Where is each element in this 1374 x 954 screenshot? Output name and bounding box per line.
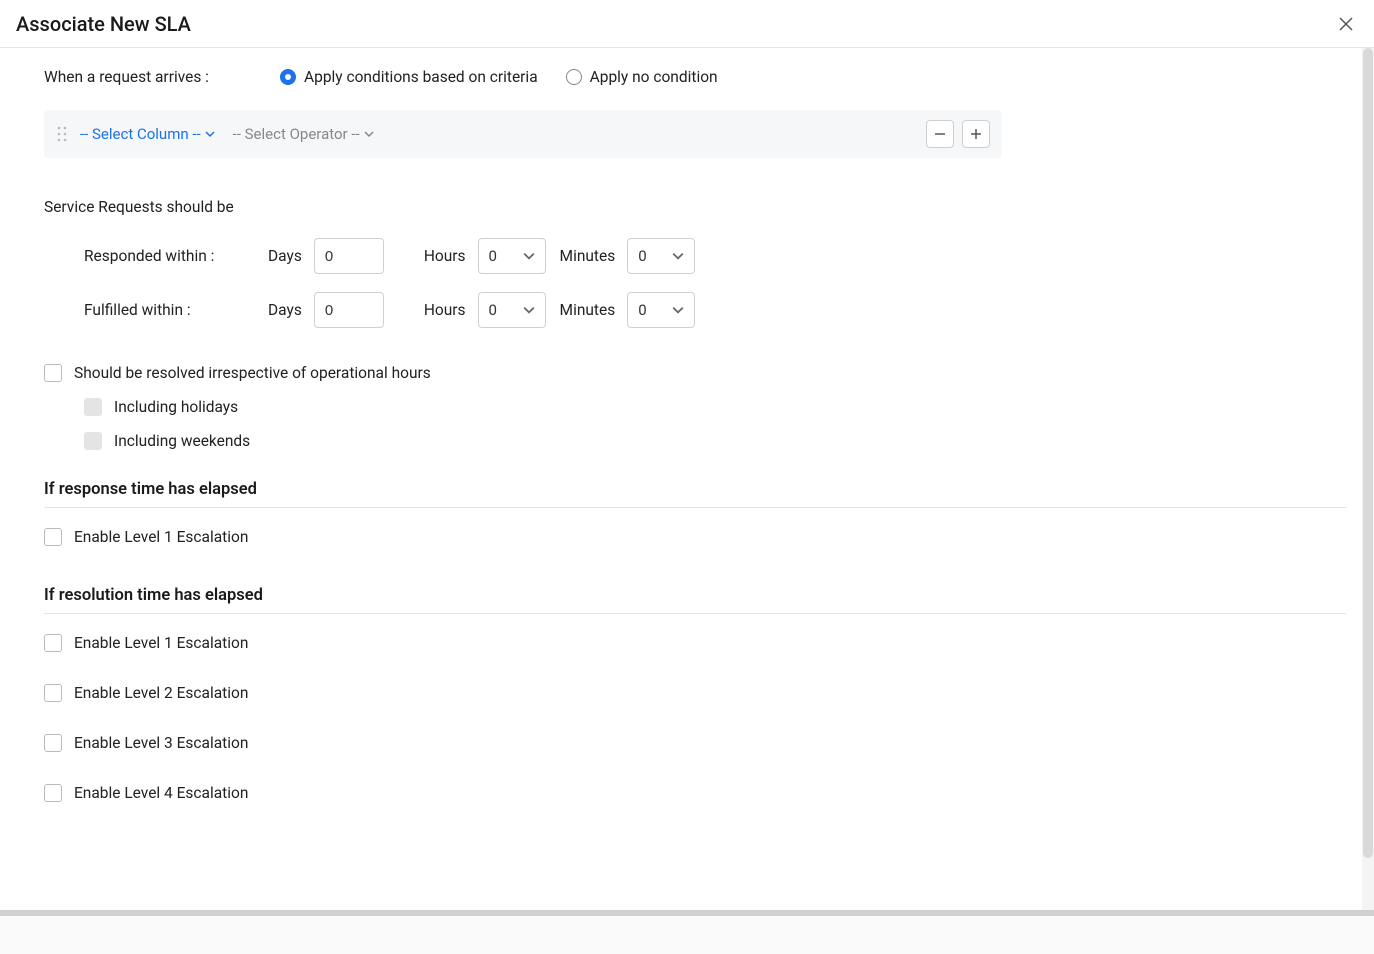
resolution-level2-checkbox[interactable] [44, 684, 62, 702]
fulfilled-within-row: Fulfilled within : Days Hours 0 Minutes … [84, 292, 1346, 328]
resolve-irrespective-label: Should be resolved irrespective of opera… [74, 364, 431, 382]
add-criteria-button[interactable] [962, 120, 990, 148]
dialog-title: Associate New SLA [16, 12, 191, 36]
drag-handle[interactable] [56, 126, 68, 142]
associate-sla-dialog: Associate New SLA When a request arrives… [0, 0, 1374, 954]
fulfilled-minutes-select[interactable]: 0 [627, 292, 695, 328]
plus-icon [970, 128, 982, 140]
including-holidays-checkbox [84, 398, 102, 416]
resolution-level1-row: Enable Level 1 Escalation [44, 624, 1346, 662]
responded-within-label: Responded within : [84, 247, 268, 265]
radio-none-indicator [566, 69, 582, 85]
including-holidays-row: Including holidays [84, 398, 1346, 416]
resolve-irrespective-checkbox[interactable] [44, 364, 62, 382]
days-label: Days [268, 247, 302, 265]
service-requests-heading: Service Requests should be [44, 198, 1346, 216]
resolution-level3-label: Enable Level 3 Escalation [74, 734, 248, 752]
resolution-elapsed-heading: If resolution time has elapsed [44, 586, 1346, 614]
scrollbar-vertical[interactable] [1362, 48, 1374, 910]
radio-none-label: Apply no condition [590, 68, 718, 86]
responded-minutes-select[interactable]: 0 [627, 238, 695, 274]
request-arrival-row: When a request arrives : Apply condition… [44, 68, 1346, 86]
response-level1-label: Enable Level 1 Escalation [74, 528, 248, 546]
chevron-down-icon [672, 304, 684, 316]
close-button[interactable] [1334, 12, 1358, 36]
fulfilled-within-label: Fulfilled within : [84, 301, 268, 319]
responded-hours-value: 0 [489, 247, 497, 265]
dialog-header: Associate New SLA [0, 0, 1374, 48]
resolve-irrespective-row: Should be resolved irrespective of opera… [44, 364, 1346, 382]
request-arrival-radio-group: Apply conditions based on criteria Apply… [280, 68, 718, 86]
including-weekends-label: Including weekends [114, 432, 250, 450]
responded-hours-select[interactable]: 0 [478, 238, 546, 274]
responded-within-row: Responded within : Days Hours 0 Minutes … [84, 238, 1346, 274]
hours-label: Hours [424, 301, 466, 319]
including-weekends-row: Including weekends [84, 432, 1346, 450]
resolution-level1-checkbox[interactable] [44, 634, 62, 652]
drag-handle-icon [56, 126, 68, 142]
select-operator-label: -- Select Operator -- [233, 125, 360, 143]
hours-label: Hours [424, 247, 466, 265]
days-label: Days [268, 301, 302, 319]
dialog-body: When a request arrives : Apply condition… [0, 48, 1374, 954]
resolution-level4-label: Enable Level 4 Escalation [74, 784, 248, 802]
radio-criteria-option[interactable]: Apply conditions based on criteria [280, 68, 538, 86]
minutes-label: Minutes [560, 301, 616, 319]
operational-sub: Including holidays Including weekends [84, 398, 1346, 450]
response-level1-row: Enable Level 1 Escalation [44, 518, 1346, 556]
responded-days-input[interactable] [314, 238, 384, 274]
chevron-down-icon [364, 129, 374, 139]
resolution-level3-checkbox[interactable] [44, 734, 62, 752]
resolution-level2-row: Enable Level 2 Escalation [44, 674, 1346, 712]
minus-icon [934, 128, 946, 140]
including-weekends-checkbox [84, 432, 102, 450]
dialog-footer-edge [0, 910, 1374, 954]
radio-criteria-indicator [280, 69, 296, 85]
chevron-down-icon [672, 250, 684, 262]
response-elapsed-heading: If response time has elapsed [44, 480, 1346, 508]
chevron-down-icon [205, 129, 215, 139]
scrollbar-thumb[interactable] [1363, 48, 1373, 858]
criteria-row: -- Select Column -- -- Select Operator -… [44, 110, 1002, 158]
fulfilled-days-input[interactable] [314, 292, 384, 328]
fulfilled-hours-select[interactable]: 0 [478, 292, 546, 328]
remove-criteria-button[interactable] [926, 120, 954, 148]
radio-criteria-label: Apply conditions based on criteria [304, 68, 538, 86]
select-column-label: -- Select Column -- [80, 125, 201, 143]
resolution-level1-label: Enable Level 1 Escalation [74, 634, 248, 652]
radio-none-option[interactable]: Apply no condition [566, 68, 718, 86]
request-arrival-label: When a request arrives : [44, 68, 280, 86]
fulfilled-hours-value: 0 [489, 301, 497, 319]
close-icon [1337, 15, 1355, 33]
including-holidays-label: Including holidays [114, 398, 238, 416]
criteria-buttons [926, 120, 990, 148]
resolution-level3-row: Enable Level 3 Escalation [44, 724, 1346, 762]
chevron-down-icon [523, 304, 535, 316]
select-column-dropdown[interactable]: -- Select Column -- [80, 125, 215, 143]
responded-minutes-value: 0 [638, 247, 646, 265]
select-operator-dropdown[interactable]: -- Select Operator -- [233, 125, 374, 143]
response-level1-checkbox[interactable] [44, 528, 62, 546]
resolution-level2-label: Enable Level 2 Escalation [74, 684, 248, 702]
chevron-down-icon [523, 250, 535, 262]
minutes-label: Minutes [560, 247, 616, 265]
resolution-level4-row: Enable Level 4 Escalation [44, 774, 1346, 812]
resolution-level4-checkbox[interactable] [44, 784, 62, 802]
fulfilled-minutes-value: 0 [638, 301, 646, 319]
